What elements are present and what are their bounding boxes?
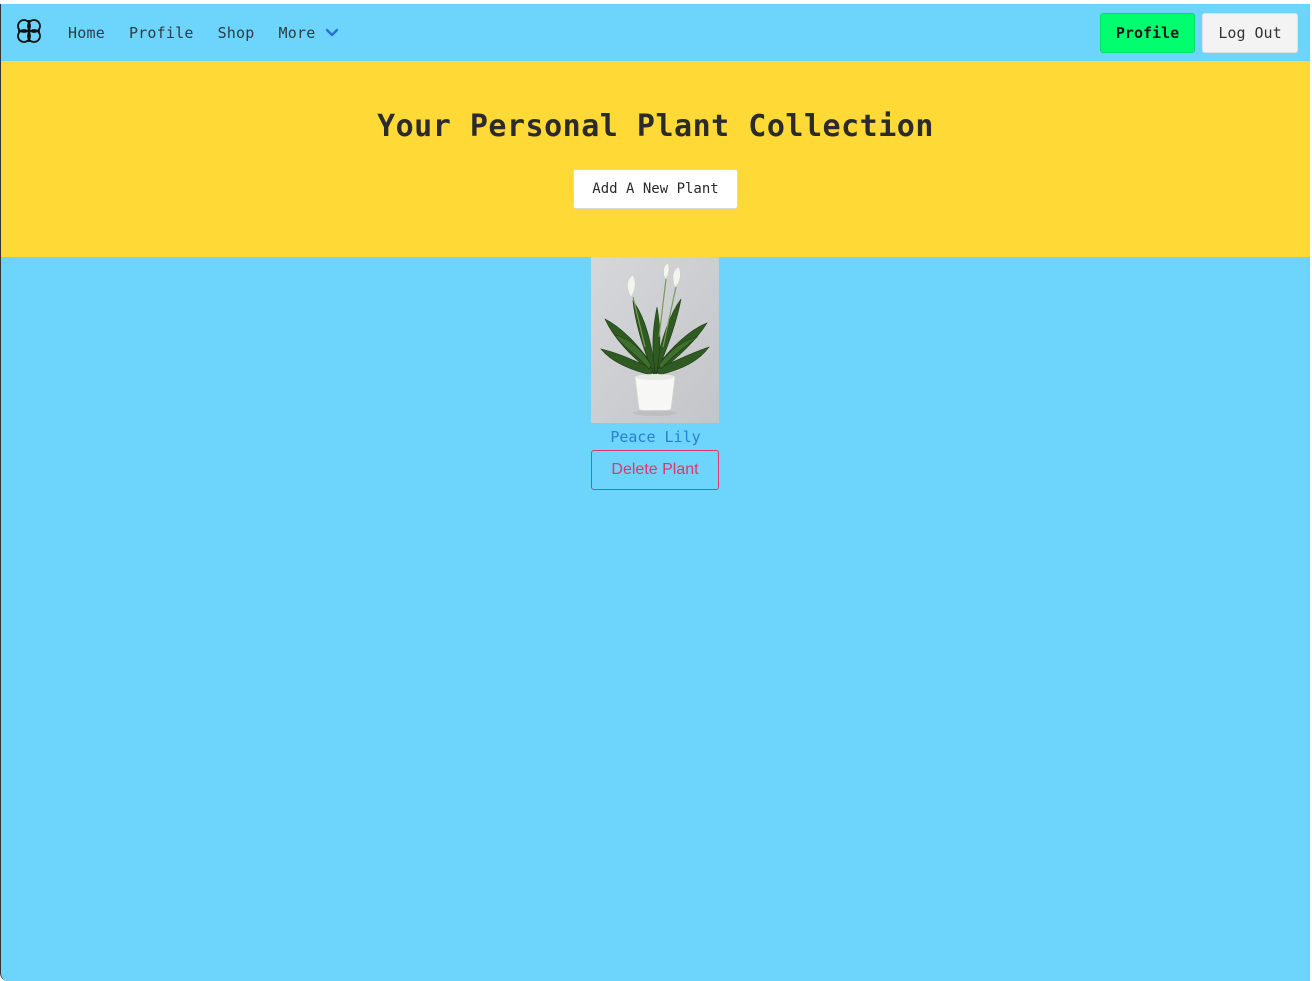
profile-button[interactable]: Profile — [1100, 13, 1195, 53]
nav-link-home[interactable]: Home — [68, 24, 105, 42]
nav-link-profile[interactable]: Profile — [129, 24, 194, 42]
app-frame: Home Profile Shop More Profile Log Out Y… — [0, 4, 1310, 981]
hero-banner: Your Personal Plant Collection Add A New… — [1, 61, 1310, 257]
plant-image — [591, 257, 719, 423]
nav-more-label: More — [278, 23, 316, 42]
plant-card: Peace Lily Delete Plant — [591, 257, 720, 490]
page-title: Your Personal Plant Collection — [377, 109, 934, 144]
logout-button[interactable]: Log Out — [1202, 13, 1298, 53]
logo-icon[interactable] — [15, 17, 43, 45]
navbar: Home Profile Shop More Profile Log Out — [1, 4, 1310, 61]
nav-links: Home Profile Shop More — [68, 4, 363, 61]
chevron-down-icon — [326, 28, 339, 36]
nav-link-shop[interactable]: Shop — [218, 24, 255, 42]
add-plant-button[interactable]: Add A New Plant — [573, 169, 738, 209]
nav-more-dropdown[interactable]: More — [279, 24, 340, 42]
delete-plant-button[interactable]: Delete Plant — [591, 450, 719, 490]
plant-name-link[interactable]: Peace Lily — [591, 428, 720, 446]
